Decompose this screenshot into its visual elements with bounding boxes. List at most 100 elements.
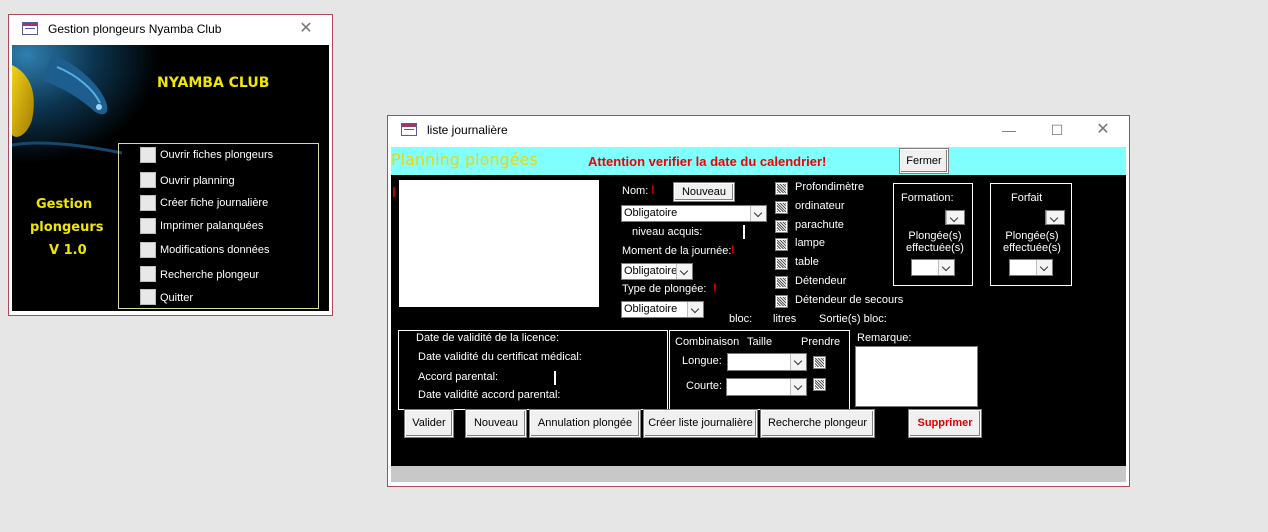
prendre-label: Prendre: [801, 336, 841, 348]
nom-select[interactable]: Obligatoire: [621, 205, 767, 222]
label-profondimetre: Profondimètre: [795, 181, 865, 193]
app-version: V 1.0: [49, 243, 87, 258]
label-ordinateur: ordinateur: [795, 200, 845, 212]
menu-label-modifications: Modifications données: [160, 244, 270, 256]
menu-label-ouvrir-planning: Ouvrir planning: [160, 175, 235, 187]
menu-label-ouvrir-fiches: Ouvrir fiches plongeurs: [160, 149, 274, 161]
menu-label-quitter: Quitter: [160, 292, 194, 304]
page-title: Planning plongées: [391, 150, 538, 169]
chevron-down-icon[interactable]: [790, 354, 806, 370]
label-table: table: [795, 256, 819, 268]
recherche-plongeur-button[interactable]: Recherche plongeur: [760, 409, 875, 438]
checkbox-parachute[interactable]: [775, 220, 788, 233]
moment-label: Moment de la journée:: [622, 245, 732, 257]
chevron-down-icon[interactable]: [1046, 211, 1064, 224]
menu-button-ouvrir-fiches[interactable]: [140, 147, 156, 163]
nom-required-mark: !: [651, 184, 655, 196]
close-icon[interactable]: ✕: [291, 17, 321, 41]
calendar-warning: Attention verifier la date du calendrier…: [588, 154, 827, 169]
valider-button[interactable]: Valider: [404, 409, 454, 438]
forfait-plongees-label: Plongée(s) effectuée(s): [1003, 230, 1061, 254]
type-select[interactable]: Obligatoire: [621, 301, 704, 318]
main-window-titlebar[interactable]: Gestion plongeurs Nyamba Club ✕: [9, 15, 332, 44]
courte-select[interactable]: [726, 378, 807, 396]
app-name-line2: plongeurs: [30, 220, 104, 235]
header-band: Planning plongées Attention verifier la …: [391, 147, 1126, 175]
daily-window-titlebar[interactable]: liste journalière — ☐ ✕: [388, 116, 1129, 145]
label-lampe: lampe: [795, 237, 825, 249]
daily-list-window: liste journalière — ☐ ✕ Planning plongée…: [387, 115, 1130, 487]
remarque-label: Remarque:: [857, 332, 912, 344]
accord-value-field: [554, 371, 556, 385]
formation-select[interactable]: [945, 210, 965, 225]
chevron-down-icon[interactable]: [938, 260, 954, 275]
sorties-bloc-label: Sortie(s) bloc:: [819, 313, 887, 325]
forfait-select[interactable]: [1045, 210, 1065, 225]
creer-liste-journaliere-button[interactable]: Créer liste journalière: [643, 409, 758, 438]
menu-button-ouvrir-planning[interactable]: [140, 172, 156, 188]
formation-label: Formation:: [901, 192, 954, 204]
niveau-value-field: [743, 225, 745, 239]
chevron-down-icon[interactable]: [750, 206, 766, 221]
nouveau-button[interactable]: Nouveau: [465, 409, 527, 438]
checkbox-profondimetre[interactable]: [775, 182, 788, 195]
close-button[interactable]: Fermer: [899, 148, 949, 174]
checkbox-longue[interactable]: [813, 356, 826, 369]
horizontal-scrollbar[interactable]: [391, 466, 1126, 482]
main-window: Gestion plongeurs Nyamba Club ✕ NYAMBA C…: [8, 14, 333, 316]
main-window-content: NYAMBA CLUB Gestion plongeurs V 1.0 Ouvr…: [12, 45, 329, 311]
form-icon: [401, 123, 417, 136]
courte-label: Courte:: [686, 380, 723, 392]
menu-button-recherche[interactable]: [140, 266, 156, 282]
menu-button-modifications[interactable]: [140, 242, 156, 258]
forfait-plongees-select[interactable]: [1009, 259, 1053, 276]
chevron-down-icon[interactable]: [790, 379, 806, 395]
minimize-icon[interactable]: —: [994, 118, 1024, 142]
checkbox-detendeur[interactable]: [775, 276, 788, 289]
app-name-line1: Gestion: [36, 197, 93, 212]
niveau-label: niveau acquis:: [632, 226, 703, 238]
type-label: Type de plongée:: [622, 283, 707, 295]
menu-label-recherche: Recherche plongeur: [160, 269, 260, 281]
bloc-label: bloc:: [729, 313, 753, 325]
annulation-plongee-button[interactable]: Annulation plongée: [529, 409, 641, 438]
checkbox-detendeur-secours[interactable]: [775, 295, 788, 308]
chevron-down-icon[interactable]: [946, 211, 964, 224]
moment-select[interactable]: Obligatoire: [621, 263, 693, 280]
checkbox-courte[interactable]: [813, 378, 826, 391]
type-value: Obligatoire: [624, 303, 678, 315]
formation-plongees-select[interactable]: [911, 259, 955, 276]
label-parachute: parachute: [795, 219, 844, 231]
longue-label: Longue:: [682, 355, 722, 367]
accord-label: Accord parental:: [418, 371, 499, 383]
chevron-down-icon[interactable]: [687, 302, 703, 317]
formation-plongees-label: Plongée(s) effectuée(s): [906, 230, 964, 254]
remarque-textarea[interactable]: [855, 346, 978, 407]
checkbox-ordinateur[interactable]: [775, 201, 788, 214]
chevron-down-icon[interactable]: [1036, 260, 1052, 275]
chevron-down-icon[interactable]: [676, 264, 692, 279]
photo-marker: [393, 187, 395, 197]
moment-value: Obligatoire: [624, 265, 678, 277]
form-icon: [22, 22, 38, 35]
menu-label-imprimer: Imprimer palanquées: [160, 220, 264, 232]
label-detendeur-secours: Détendeur de secours: [795, 294, 904, 306]
maximize-icon[interactable]: ☐: [1042, 118, 1072, 142]
menu-button-creer-fiche[interactable]: [140, 195, 156, 211]
nouveau-diver-button[interactable]: Nouveau: [673, 182, 735, 202]
taille-label: Taille: [747, 336, 773, 348]
checkbox-table[interactable]: [775, 257, 788, 270]
label-detendeur: Détendeur: [795, 275, 847, 287]
combinaison-label: Combinaison: [675, 336, 740, 348]
longue-select[interactable]: [727, 353, 807, 371]
main-window-title: Gestion plongeurs Nyamba Club: [48, 22, 222, 36]
checkbox-lampe[interactable]: [775, 238, 788, 251]
forfait-label: Forfait: [1011, 192, 1043, 204]
nom-label: Nom:: [622, 185, 649, 197]
menu-button-quitter[interactable]: [140, 289, 156, 305]
menu-button-imprimer[interactable]: [140, 218, 156, 234]
licence-label: Date de validité de la licence:: [416, 332, 560, 344]
close-icon[interactable]: ✕: [1088, 118, 1118, 142]
supprimer-button[interactable]: Supprimer: [908, 409, 982, 438]
type-required-mark: !: [713, 282, 717, 294]
